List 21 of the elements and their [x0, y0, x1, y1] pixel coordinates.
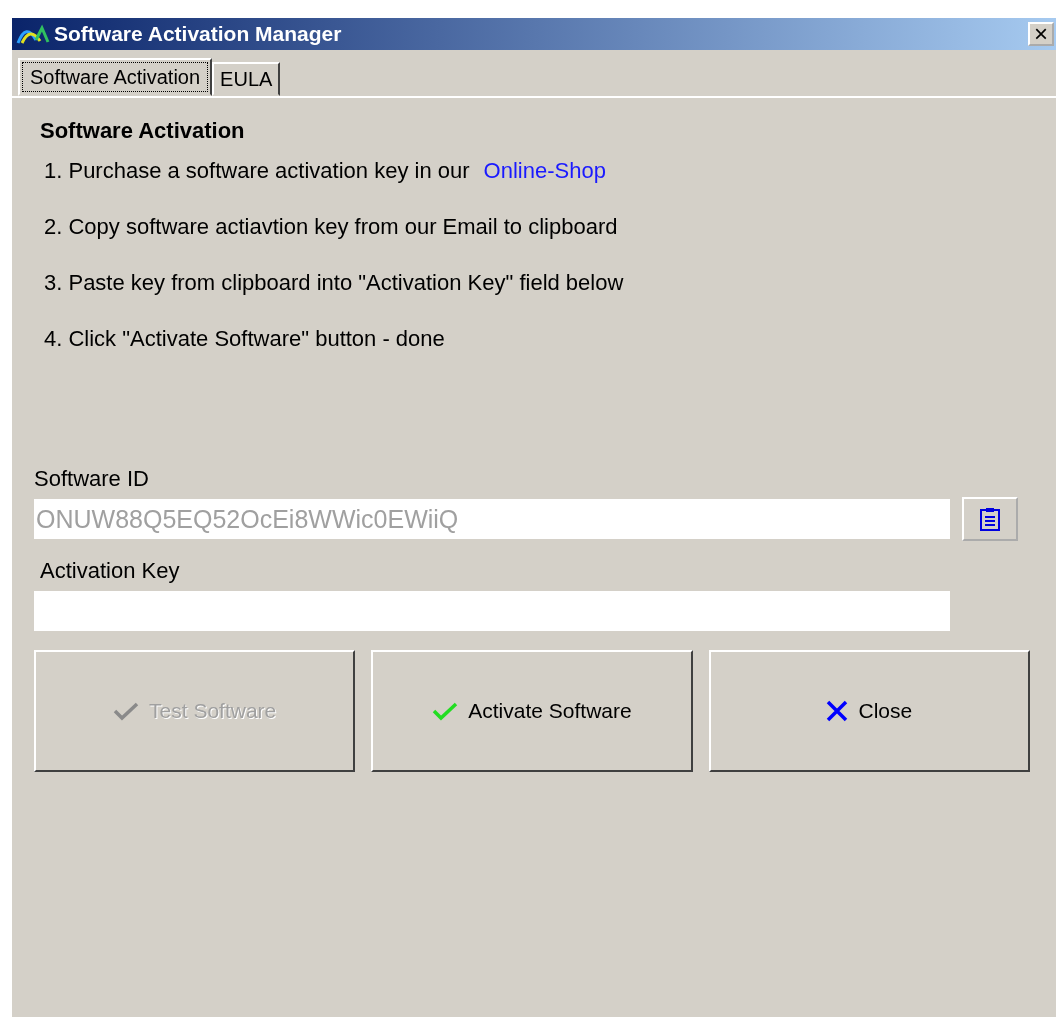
field-label: Activation Key [40, 558, 181, 584]
step-text: 4. Click "Activate Software" button - done [44, 326, 445, 352]
action-button[interactable]: Activate Software [371, 650, 693, 772]
action-button[interactable]: Close [708, 650, 1030, 772]
clipboard-button[interactable] [962, 497, 1018, 541]
tab[interactable]: Software Activation [18, 58, 213, 96]
checkmark-icon [432, 701, 459, 721]
arc-logo-icon [16, 24, 50, 44]
shop-link[interactable]: Online-Shop [483, 158, 606, 184]
close-icon [826, 700, 849, 722]
activation-key-field[interactable] [34, 591, 950, 631]
step-text: 1. Purchase a software activation key in our [44, 158, 470, 184]
close-button[interactable]: × [1028, 22, 1054, 46]
tab[interactable]: EULA [212, 62, 281, 96]
section-heading: Software Activation [40, 118, 246, 144]
step-text: 2. Copy software actiavtion key from our Email to clipboard [44, 214, 618, 240]
window-title: Software Activation Manager [54, 22, 343, 46]
checkmark-icon [113, 701, 140, 721]
step-text: 3. Paste key from clipboard into "Activation Key" field below [44, 270, 624, 296]
clipboard-icon [979, 507, 1001, 531]
field-label: Software ID [34, 466, 150, 492]
